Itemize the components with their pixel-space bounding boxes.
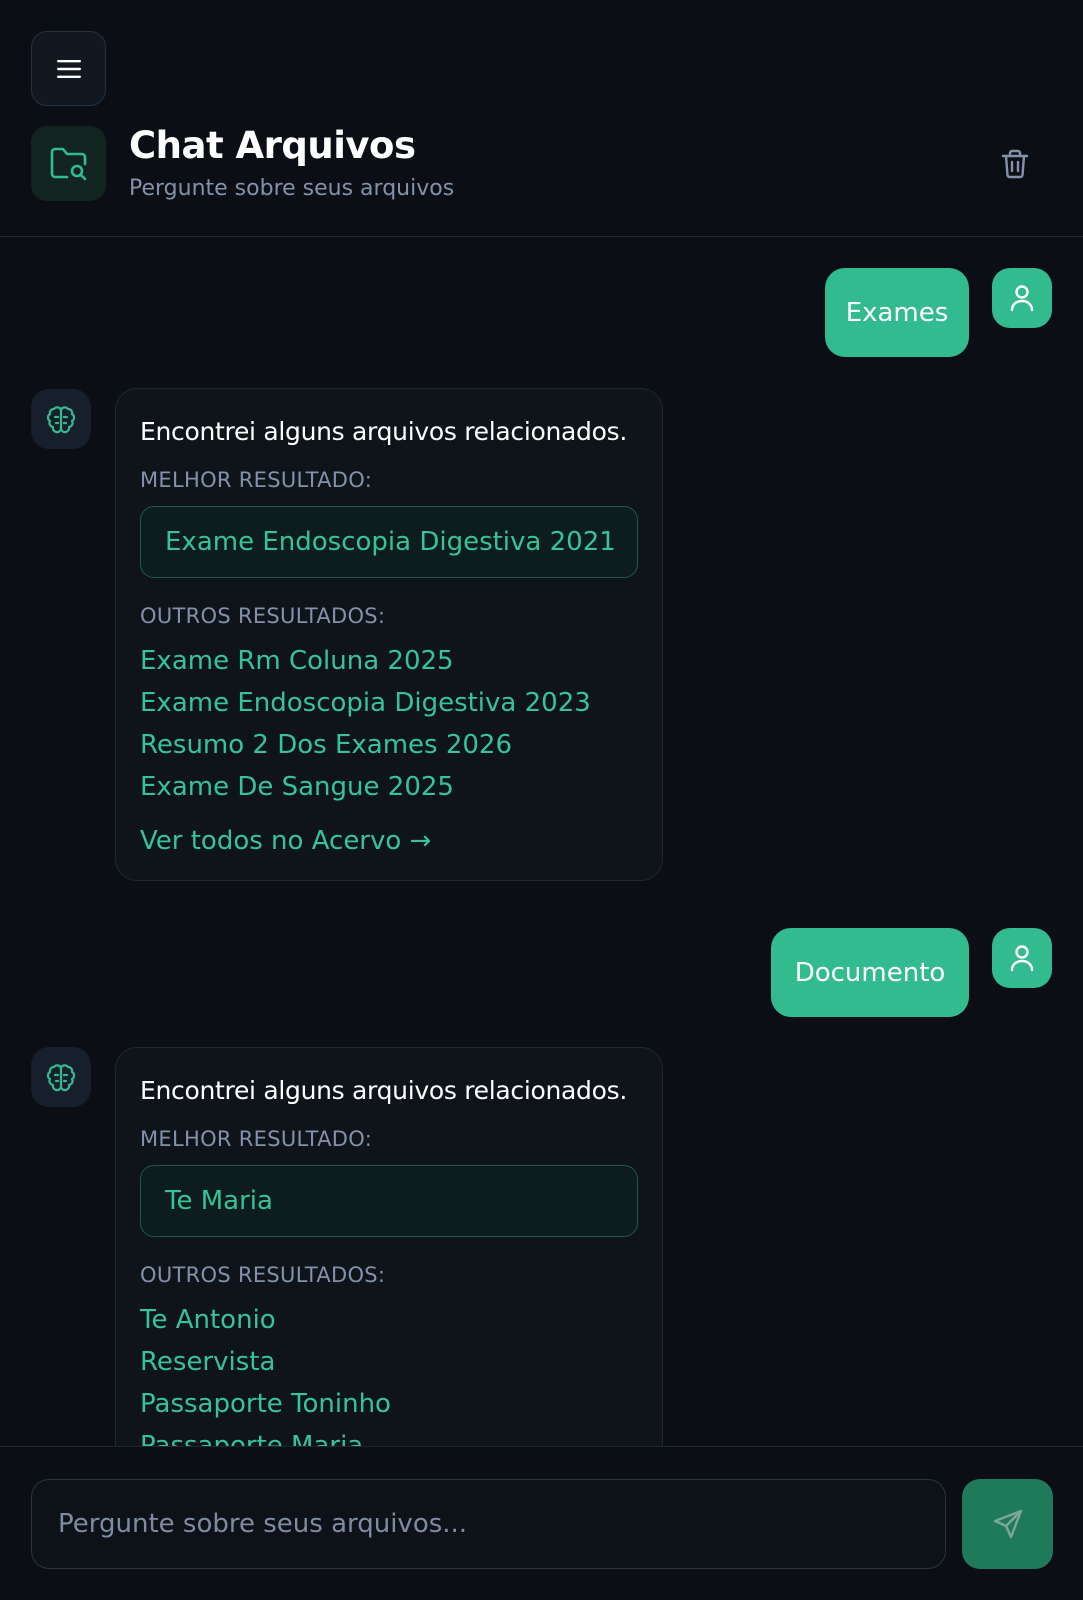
user-message-text: Documento — [794, 957, 946, 988]
best-result-label: MELHOR RESULTADO: — [140, 468, 373, 492]
other-results-list: Te Antonio Reservista Passaporte Toninho… — [140, 1299, 638, 1467]
best-result-link[interactable]: Exame Endoscopia Digestiva 2021 — [140, 506, 638, 578]
folder-search-icon — [50, 147, 86, 180]
result-link[interactable]: Te Antonio — [140, 1299, 638, 1341]
assistant-message-text: Encontrei alguns arquivos relacionados. — [140, 417, 627, 446]
assistant-message-card: Encontrei alguns arquivos relacionados. … — [115, 1047, 663, 1507]
send-icon — [993, 1509, 1022, 1539]
assistant-message-text: Encontrei alguns arquivos relacionados. — [140, 1076, 627, 1105]
other-results-list: Exame Rm Coluna 2025 Exame Endoscopia Di… — [140, 640, 638, 808]
user-message: Exames — [825, 268, 969, 357]
see-all-link[interactable]: Ver todos no Acervo → — [140, 826, 638, 856]
trash-icon — [1001, 149, 1029, 179]
other-results-label: OUTROS RESULTADOS: — [140, 1263, 386, 1287]
user-message: Documento — [771, 928, 969, 1017]
app-logo — [31, 126, 106, 201]
message-input[interactable] — [32, 1480, 928, 1568]
user-message-text: Exames — [845, 297, 949, 328]
clear-chat-button[interactable] — [995, 144, 1035, 184]
assistant-message-card: Encontrei alguns arquivos relacionados. … — [115, 388, 663, 881]
user-avatar — [992, 928, 1052, 988]
result-link[interactable]: Exame Rm Coluna 2025 — [140, 640, 638, 682]
result-link[interactable]: Reservista — [140, 1341, 638, 1383]
menu-icon — [56, 59, 81, 78]
page-title: Chat Arquivos — [129, 124, 416, 167]
user-icon — [1010, 285, 1034, 312]
message-input-wrapper[interactable] — [31, 1479, 946, 1569]
other-results-label: OUTROS RESULTADOS: — [140, 604, 386, 628]
result-link[interactable]: Resumo 2 Dos Exames 2026 — [140, 724, 638, 766]
assistant-avatar — [31, 389, 91, 449]
best-result-link[interactable]: Te Maria — [140, 1165, 638, 1237]
page-subtitle: Pergunte sobre seus arquivos — [129, 176, 455, 201]
user-icon — [1010, 945, 1034, 972]
brain-icon — [46, 1064, 76, 1092]
chat-page: Chat Arquivos Pergunte sobre seus arquiv… — [0, 0, 1083, 1600]
menu-button[interactable] — [31, 31, 106, 106]
brain-icon — [46, 406, 76, 434]
best-result-label: MELHOR RESULTADO: — [140, 1127, 373, 1151]
send-button[interactable] — [962, 1479, 1053, 1569]
user-avatar — [992, 268, 1052, 328]
result-link[interactable]: Passaporte Toninho — [140, 1383, 638, 1425]
header-divider — [0, 236, 1083, 237]
result-link[interactable]: Exame De Sangue 2025 — [140, 766, 638, 808]
result-link[interactable]: Exame Endoscopia Digestiva 2023 — [140, 682, 638, 724]
assistant-avatar — [31, 1047, 91, 1107]
